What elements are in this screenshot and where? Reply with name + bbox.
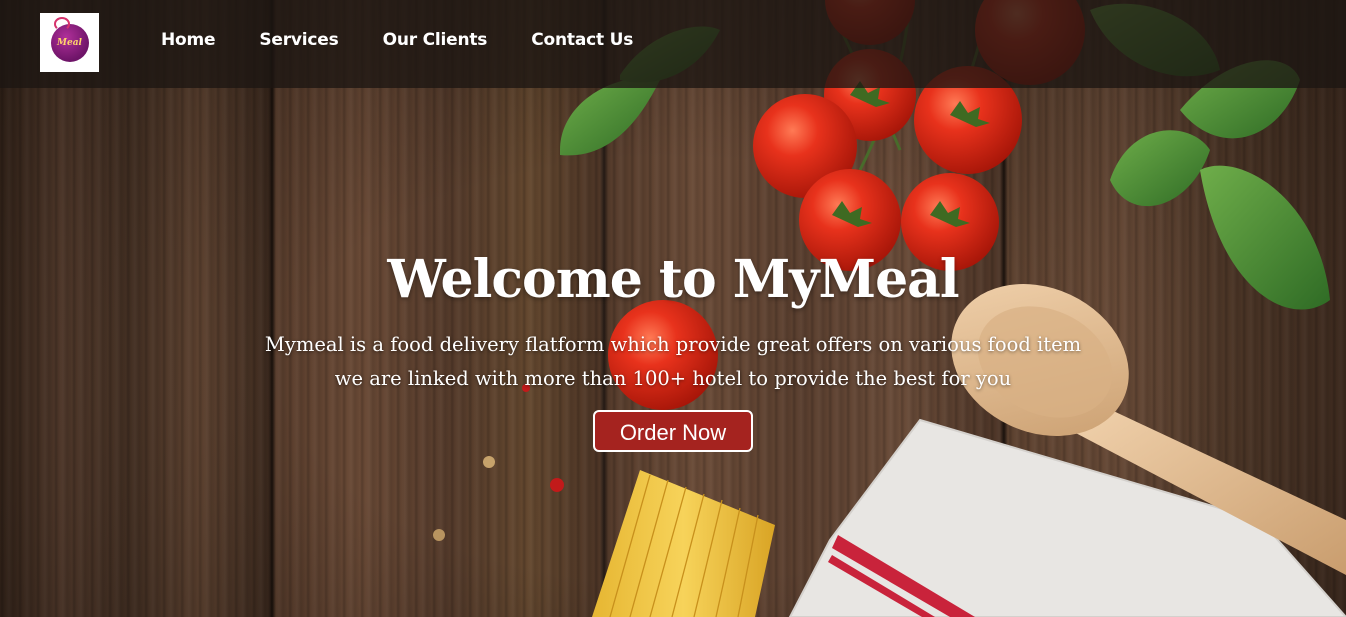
nav-link-services[interactable]: Services bbox=[259, 30, 338, 50]
hero-description: Mymeal is a food delivery flatform which… bbox=[0, 328, 1346, 396]
hero-section: Welcome to MyMeal Mymeal is a food deliv… bbox=[0, 246, 1346, 452]
hero-description-line-1: Mymeal is a food delivery flatform which… bbox=[264, 333, 1082, 356]
site-logo[interactable]: Meal bbox=[40, 13, 99, 72]
logo-text: Meal bbox=[57, 37, 82, 48]
spaghetti bbox=[592, 470, 775, 617]
peppercorn bbox=[483, 456, 495, 468]
order-now-button[interactable]: Order Now bbox=[593, 410, 753, 452]
peppercorn bbox=[550, 478, 564, 492]
nav-link-our-clients[interactable]: Our Clients bbox=[383, 30, 488, 50]
peppercorn bbox=[433, 529, 445, 541]
hero-description-line-2: we are linked with more than 100+ hotel … bbox=[334, 367, 1012, 390]
top-navbar: Meal Home Services Our Clients Contact U… bbox=[0, 0, 1346, 88]
logo-icon: Meal bbox=[50, 16, 89, 62]
nav-link-contact-us[interactable]: Contact Us bbox=[531, 30, 633, 50]
hero-title: Welcome to MyMeal bbox=[387, 249, 959, 310]
nav-link-home[interactable]: Home bbox=[161, 30, 216, 50]
nav-menu: Home Services Our Clients Contact Us bbox=[161, 30, 677, 50]
